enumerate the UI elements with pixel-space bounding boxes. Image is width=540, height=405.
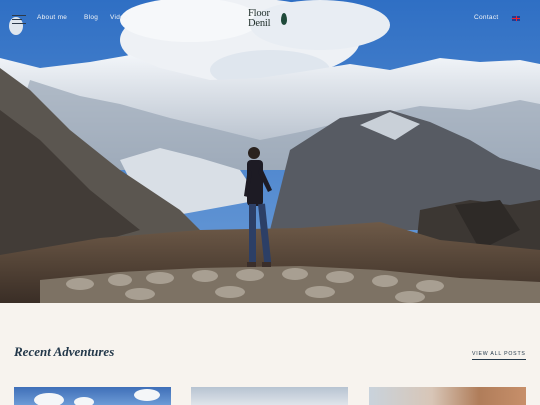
post-card-image[interactable] [369, 387, 526, 405]
menu-icon[interactable] [12, 15, 26, 24]
top-navigation: About me Blog Video Floor Denil Contact [0, 0, 540, 40]
view-all-posts-link[interactable]: VIEW ALL POSTS [472, 351, 526, 360]
nav-blog[interactable]: Blog [84, 14, 98, 21]
uk-flag-icon[interactable] [512, 16, 520, 21]
leaf-icon [281, 13, 287, 25]
post-card-image[interactable] [191, 387, 348, 405]
site-logo[interactable]: Floor Denil [248, 9, 290, 31]
nav-video[interactable]: Video [110, 14, 128, 21]
hero-image: About me Blog Video Floor Denil Contact [0, 0, 540, 303]
nav-contact[interactable]: Contact [474, 14, 499, 21]
nav-about-me[interactable]: About me [37, 14, 67, 21]
post-card-image[interactable] [14, 387, 171, 405]
mountain-landscape [0, 0, 540, 303]
section-title: Recent Adventures [14, 344, 115, 359]
